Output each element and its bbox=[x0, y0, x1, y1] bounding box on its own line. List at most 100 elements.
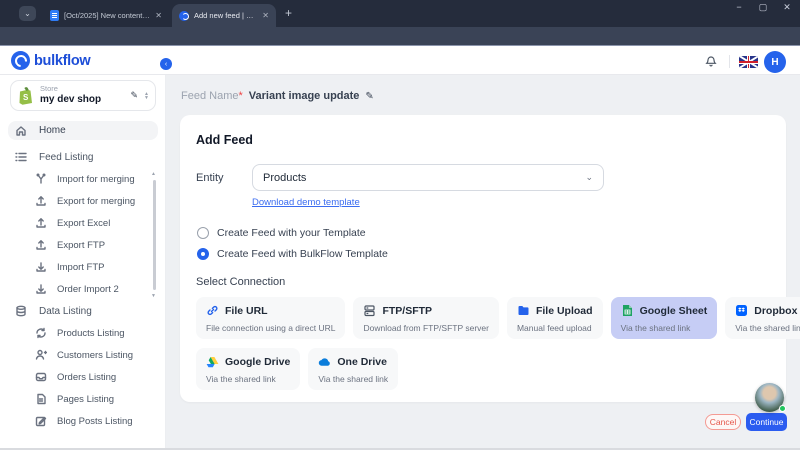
connection-card-file-upload[interactable]: File Upload Manual feed upload bbox=[507, 297, 603, 339]
window-maximize-button[interactable]: ▢ bbox=[756, 2, 770, 13]
google-drive-icon bbox=[206, 355, 219, 368]
list-icon bbox=[14, 151, 27, 164]
app-header bbox=[0, 46, 800, 75]
page-icon bbox=[34, 393, 47, 406]
database-icon bbox=[14, 305, 27, 318]
sidebar-item-export-ftp[interactable]: Export FTP bbox=[0, 234, 166, 256]
new-tab-button[interactable]: + bbox=[285, 7, 292, 19]
bulkflow-favicon-icon bbox=[179, 11, 189, 21]
feed-name-row: Feed Name* Variant image update ✎ bbox=[181, 90, 374, 102]
upload-icon bbox=[34, 239, 47, 252]
sidebar-collapse-button[interactable]: ‹ bbox=[160, 58, 172, 70]
select-connection-label: Select Connection bbox=[196, 276, 770, 288]
window-controls: − ▢ ✕ bbox=[732, 2, 794, 13]
upload-icon bbox=[34, 195, 47, 208]
browser-toolbar: ← → ⟳ app.bulkflow.io/feeds?type=update … bbox=[0, 27, 800, 46]
tab-close-icon[interactable]: ✕ bbox=[262, 11, 269, 20]
upload-icon bbox=[34, 217, 47, 230]
tab-search-button[interactable]: ⌄ bbox=[19, 6, 36, 21]
edit-document-icon bbox=[34, 415, 47, 428]
connection-card-ftp-sftp[interactable]: FTP/SFTP Download from FTP/SFTP server bbox=[353, 297, 499, 339]
tab-title: [Oct/2025] New content - Ha M bbox=[64, 11, 151, 20]
connection-card-dropbox[interactable]: Dropbox Via the shared link bbox=[725, 297, 800, 339]
entity-select[interactable]: Products ⌄ bbox=[252, 164, 604, 191]
inbox-icon bbox=[34, 371, 47, 384]
browser-tab-strip: ⌄ [Oct/2025] New content - Ha M ✕ Add ne… bbox=[0, 0, 800, 27]
radio-option-bulkflow-template[interactable]: Create Feed with BulkFlow Template bbox=[197, 248, 770, 260]
sidebar-item-customers-listing[interactable]: Customers Listing bbox=[0, 344, 166, 366]
shopify-icon: S bbox=[17, 86, 34, 105]
google-docs-favicon-icon bbox=[50, 10, 59, 21]
tab-close-icon[interactable]: ✕ bbox=[155, 11, 162, 20]
language-flag-uk[interactable] bbox=[739, 56, 758, 68]
user-avatar[interactable]: H bbox=[764, 51, 786, 73]
connection-card-one-drive[interactable]: One Drive Via the shared link bbox=[308, 348, 398, 390]
home-icon bbox=[14, 124, 27, 137]
browser-tab-active[interactable]: Add new feed | Bulkflow ✕ bbox=[172, 4, 276, 27]
dropbox-icon bbox=[735, 304, 748, 317]
cancel-button[interactable]: Cancel bbox=[705, 414, 741, 430]
radio-option-your-template[interactable]: Create Feed with your Template bbox=[197, 227, 770, 239]
entity-label: Entity bbox=[196, 172, 252, 184]
store-name: my dev shop bbox=[40, 94, 125, 106]
feed-name-value: Variant image update bbox=[249, 90, 360, 102]
radio-unselected-icon[interactable] bbox=[197, 227, 209, 239]
sidebar-item-data-listing[interactable]: Data Listing bbox=[0, 300, 166, 322]
header-divider bbox=[729, 55, 730, 68]
online-status-dot bbox=[779, 405, 786, 412]
sidebar-item-products-listing[interactable]: Products Listing bbox=[0, 322, 166, 344]
notifications-bell-icon[interactable] bbox=[704, 54, 718, 73]
connection-row-1: File URL File connection using a direct … bbox=[196, 297, 770, 339]
sidebar-scrollbar[interactable] bbox=[153, 180, 156, 290]
sidebar-menu: Home Feed Listing Import for merging Exp… bbox=[0, 121, 166, 432]
scroll-up-caret-icon[interactable]: ▲ bbox=[151, 171, 156, 177]
bulkflow-logo[interactable]: bulkflow bbox=[11, 51, 90, 70]
entity-selected-value: Products bbox=[263, 172, 585, 184]
server-icon bbox=[363, 304, 376, 317]
connection-card-file-url[interactable]: File URL File connection using a direct … bbox=[196, 297, 345, 339]
download-icon bbox=[34, 283, 47, 296]
chevron-down-icon: ⌄ bbox=[585, 172, 593, 183]
sidebar-item-orders-listing[interactable]: Orders Listing bbox=[0, 366, 166, 388]
sidebar-item-export-excel[interactable]: Export Excel bbox=[0, 212, 166, 234]
connection-card-google-drive[interactable]: Google Drive Via the shared link bbox=[196, 348, 300, 390]
sidebar-item-import-for-merging[interactable]: Import for merging bbox=[0, 168, 166, 190]
card-title: Add Feed bbox=[196, 133, 770, 147]
sidebar-item-order-import-2[interactable]: Order Import 2 bbox=[0, 278, 166, 300]
add-feed-card: Add Feed Entity Products ⌄ Download demo… bbox=[180, 115, 786, 402]
sidebar-item-blog-posts-listing[interactable]: Blog Posts Listing bbox=[0, 410, 166, 432]
sidebar-item-export-for-merging[interactable]: Export for merging bbox=[0, 190, 166, 212]
tab-title: Add new feed | Bulkflow bbox=[194, 11, 258, 20]
merge-icon bbox=[34, 173, 47, 186]
brand-name: bulkflow bbox=[34, 53, 90, 69]
download-demo-template-link[interactable]: Download demo template bbox=[252, 197, 360, 208]
continue-button[interactable]: Continue bbox=[746, 413, 787, 431]
svg-text:S: S bbox=[23, 93, 29, 102]
window-close-button[interactable]: ✕ bbox=[780, 2, 794, 13]
sidebar-item-feed-listing[interactable]: Feed Listing bbox=[0, 146, 166, 168]
google-sheet-icon bbox=[621, 304, 634, 317]
onedrive-icon bbox=[318, 355, 331, 368]
user-plus-icon bbox=[34, 349, 47, 362]
entity-row: Entity Products ⌄ bbox=[196, 164, 770, 191]
download-icon bbox=[34, 261, 47, 274]
window-minimize-button[interactable]: − bbox=[732, 2, 746, 13]
bulkflow-logo-icon bbox=[11, 51, 30, 70]
sidebar-item-home[interactable]: Home bbox=[8, 121, 158, 140]
connection-row-2: Google Drive Via the shared link One Dri… bbox=[196, 348, 770, 390]
store-switch-icon[interactable]: ▲▼ bbox=[144, 92, 149, 100]
sidebar-item-import-ftp[interactable]: Import FTP bbox=[0, 256, 166, 278]
store-edit-pencil-icon[interactable]: ✎ bbox=[131, 90, 139, 101]
sidebar-item-pages-listing[interactable]: Pages Listing bbox=[0, 388, 166, 410]
feed-name-edit-pencil-icon[interactable]: ✎ bbox=[365, 91, 373, 102]
feed-name-label: Feed Name* bbox=[181, 90, 243, 102]
store-selector[interactable]: S Store my dev shop ✎ ▲▼ bbox=[10, 80, 156, 111]
store-label: Store bbox=[40, 85, 125, 94]
radio-selected-icon[interactable] bbox=[197, 248, 209, 260]
store-meta: Store my dev shop bbox=[40, 85, 125, 105]
browser-tab-inactive[interactable]: [Oct/2025] New content - Ha M ✕ bbox=[44, 4, 168, 27]
link-icon bbox=[206, 304, 219, 317]
connection-card-google-sheet[interactable]: Google Sheet Via the shared link bbox=[611, 297, 718, 339]
sync-icon bbox=[34, 327, 47, 340]
scroll-down-caret-icon[interactable]: ▼ bbox=[151, 293, 156, 299]
